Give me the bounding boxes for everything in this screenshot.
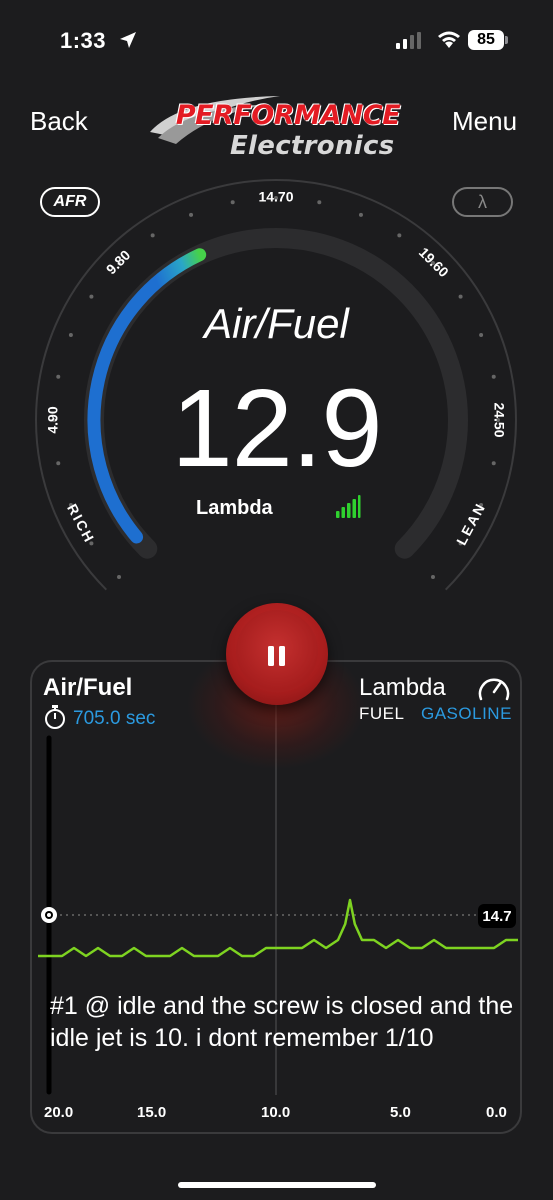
gauge-rich-label: RICH [64,501,98,546]
x-tick-label: 15.0 [137,1104,167,1121]
elapsed-time: 705.0 sec [73,708,156,729]
logo-title: PERFORMANCE [175,100,401,131]
gauge-tick-dot [56,374,61,379]
gauge-tick-label: 19.60 [416,244,452,280]
fuel-type-value[interactable]: GASOLINE [421,704,512,724]
location-arrow-icon [120,32,136,48]
reference-value-badge: 14.7 [478,904,516,928]
gauge-icon[interactable] [476,673,512,703]
lambda-label: Lambda [359,674,446,701]
gauge-title: Air/Fuel [204,300,349,347]
gauge-tick-dot [150,233,155,238]
gauge-tick-dot [358,212,363,217]
gauge-tick-dot [458,294,463,299]
gauge-tick-dot [89,294,94,299]
gauge-tick-label: 24.50 [491,402,507,437]
back-button[interactable]: Back [30,106,88,137]
gauge-tick-dot [189,212,194,217]
afr-series-line [38,898,518,958]
annotation-text: #1 @ idle and the screw is closed and th… [50,992,514,1052]
wifi-icon [438,31,460,48]
x-tick-label: 10.0 [261,1104,291,1121]
gauge-tick-dot [68,333,73,338]
gauge-tick-label: 4.90 [45,406,61,433]
stopwatch-icon [45,705,65,729]
battery-nub [505,36,508,44]
gauge-tick-dot [430,574,435,579]
x-tick-label: 5.0 [390,1104,411,1121]
cellular-signal-icon [396,32,421,49]
gauge-tick-dot [491,461,496,466]
battery-indicator: 85 [468,30,504,50]
gauge-tick-dot [56,461,61,466]
gauge-tick-dot [479,333,484,338]
sensor-signal-icon [336,495,361,518]
gauge-tick-dot [230,200,235,205]
menu-button[interactable]: Menu [452,106,517,137]
status-time: 1:33 [60,28,107,53]
gauge-tick-label: 9.80 [103,247,134,278]
gauge-tick-dot [317,200,322,205]
x-tick-label: 0.0 [486,1104,507,1121]
gauge-reading: 12.9 [171,367,382,490]
gauge-tick-dot [397,233,402,238]
gauge-sublabel: Lambda [196,497,273,519]
pause-icon [268,646,285,666]
x-tick-label: 20.0 [44,1104,74,1121]
gauge-tick-dot [117,574,122,579]
gauge-tick-dot [491,374,496,379]
home-indicator[interactable] [178,1182,376,1188]
gauge-tick-label: 14.70 [258,189,293,205]
chart-title: Air/Fuel [43,674,133,701]
